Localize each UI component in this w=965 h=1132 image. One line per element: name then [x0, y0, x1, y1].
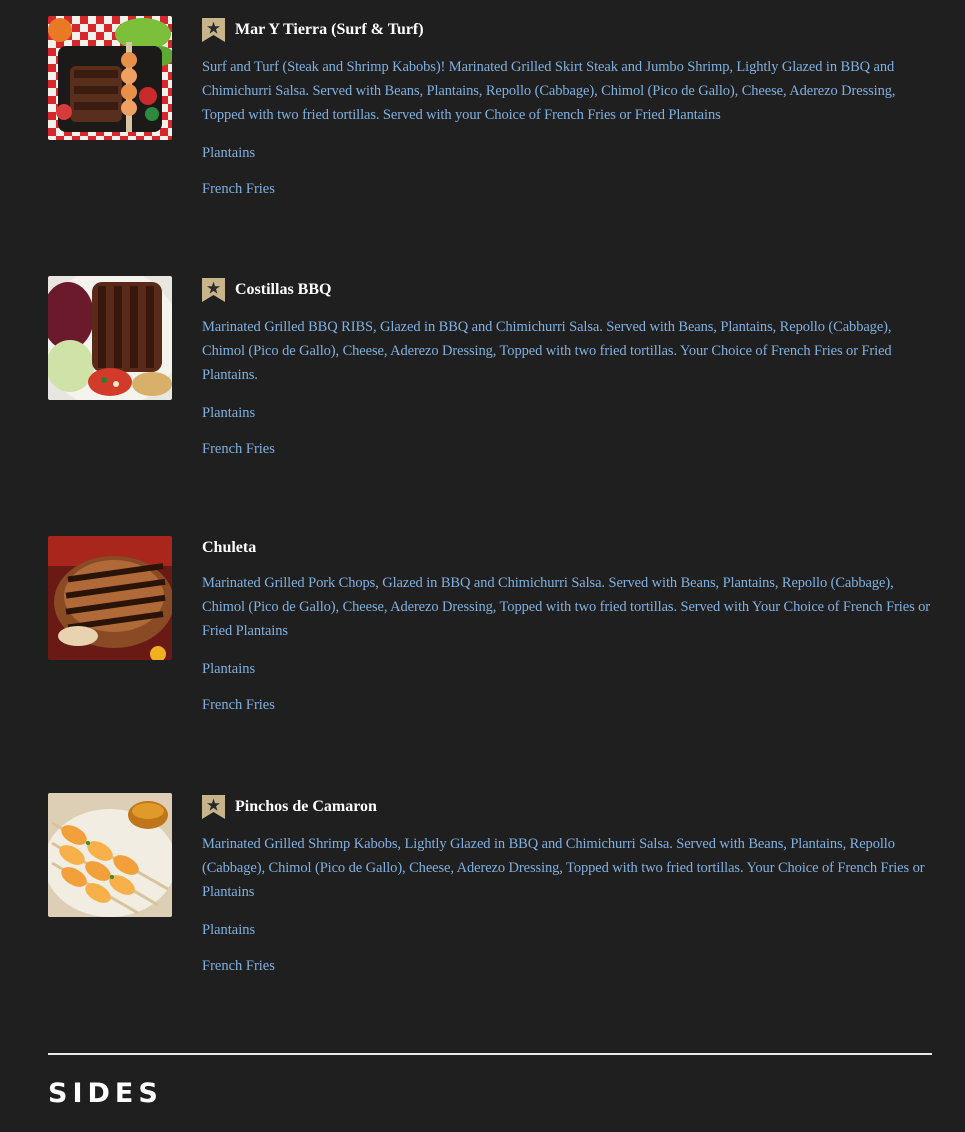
- menu-item-description: Marinated Grilled Pork Chops, Glazed in …: [202, 575, 931, 639]
- menu-item-photo[interactable]: [48, 276, 172, 400]
- surf-and-turf-photo-image: [48, 16, 172, 140]
- menu-item-title[interactable]: Pinchos de Camaron: [235, 798, 377, 816]
- star-badge-icon: [202, 18, 225, 42]
- menu-item-description: Surf and Turf (Steak and Shrimp Kabobs)!…: [202, 59, 896, 123]
- section-divider: [48, 1053, 932, 1055]
- option-plantains[interactable]: Plantains: [202, 404, 932, 422]
- menu-item-photo[interactable]: [48, 536, 172, 660]
- option-french-fries[interactable]: French Fries: [202, 440, 932, 458]
- star-badge-icon: [202, 278, 225, 302]
- option-french-fries[interactable]: French Fries: [202, 696, 932, 714]
- menu-item-options: Plantains French Fries: [202, 921, 932, 975]
- menu-item-options: Plantains French Fries: [202, 144, 932, 198]
- option-french-fries[interactable]: French Fries: [202, 957, 932, 975]
- option-plantains[interactable]: Plantains: [202, 921, 932, 939]
- menu-item-photo[interactable]: [48, 16, 172, 140]
- menu-item-description: Marinated Grilled Shrimp Kabobs, Lightly…: [202, 836, 925, 900]
- menu-item-options: Plantains French Fries: [202, 404, 932, 458]
- star-badge-icon: [202, 795, 225, 819]
- menu-item-photo[interactable]: [48, 793, 172, 917]
- option-french-fries[interactable]: French Fries: [202, 180, 932, 198]
- option-plantains[interactable]: Plantains: [202, 144, 932, 162]
- menu-item-description: Marinated Grilled BBQ RIBS, Glazed in BB…: [202, 319, 892, 383]
- menu-item-title[interactable]: Mar Y Tierra (Surf & Turf): [235, 21, 424, 39]
- shrimp-kabobs-photo-image: [48, 793, 172, 917]
- menu-item-options: Plantains French Fries: [202, 660, 932, 714]
- option-plantains[interactable]: Plantains: [202, 660, 932, 678]
- menu-item-title[interactable]: Chuleta: [202, 539, 256, 557]
- menu-item-title[interactable]: Costillas BBQ: [235, 281, 331, 299]
- section-heading-sides: SIDES: [48, 1078, 163, 1109]
- bbq-ribs-photo-image: [48, 276, 172, 400]
- pork-chop-photo-image: [48, 536, 172, 660]
